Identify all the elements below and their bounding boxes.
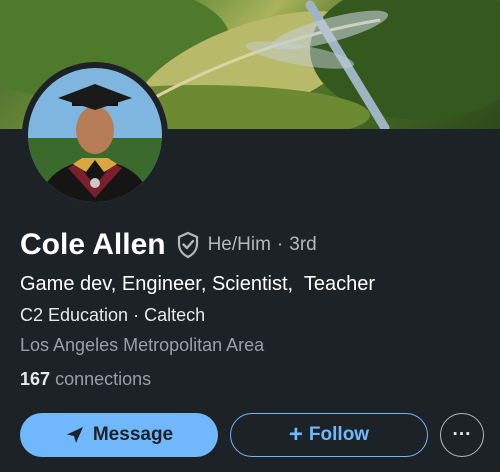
company-school-row: C2 Education · Caltech	[20, 305, 205, 326]
connections-label: connections	[55, 369, 152, 389]
separator-dot: ·	[276, 234, 284, 255]
profile-avatar[interactable]	[28, 68, 162, 202]
connections-link[interactable]: 167 connections	[20, 369, 151, 390]
message-button[interactable]: Message	[20, 413, 218, 457]
avatar-photo	[28, 68, 162, 202]
current-company[interactable]: C2 Education	[20, 305, 128, 325]
more-options-button[interactable]: ···	[440, 413, 484, 457]
connection-degree: 3rd	[289, 234, 317, 255]
profile-location: Los Angeles Metropolitan Area	[20, 335, 265, 355]
more-horizontal-icon: ···	[452, 424, 472, 445]
profile-headline: Game dev, Engineer, Scientist, Teacher	[20, 273, 376, 295]
shield-check-icon[interactable]	[176, 231, 200, 259]
school[interactable]: Caltech	[144, 305, 205, 325]
send-icon	[65, 425, 85, 445]
name-row: Cole Allen He/Him · 3rd	[20, 228, 317, 262]
pronouns: He/Him	[207, 234, 271, 255]
follow-label: Follow	[308, 424, 370, 445]
separator-dot: ·	[133, 305, 140, 325]
follow-button[interactable]: + Follow	[230, 413, 428, 457]
message-label: Message	[92, 424, 174, 445]
connections-count: 167	[20, 369, 51, 389]
profile-name: Cole Allen	[20, 228, 166, 261]
plus-icon: +	[288, 421, 303, 448]
